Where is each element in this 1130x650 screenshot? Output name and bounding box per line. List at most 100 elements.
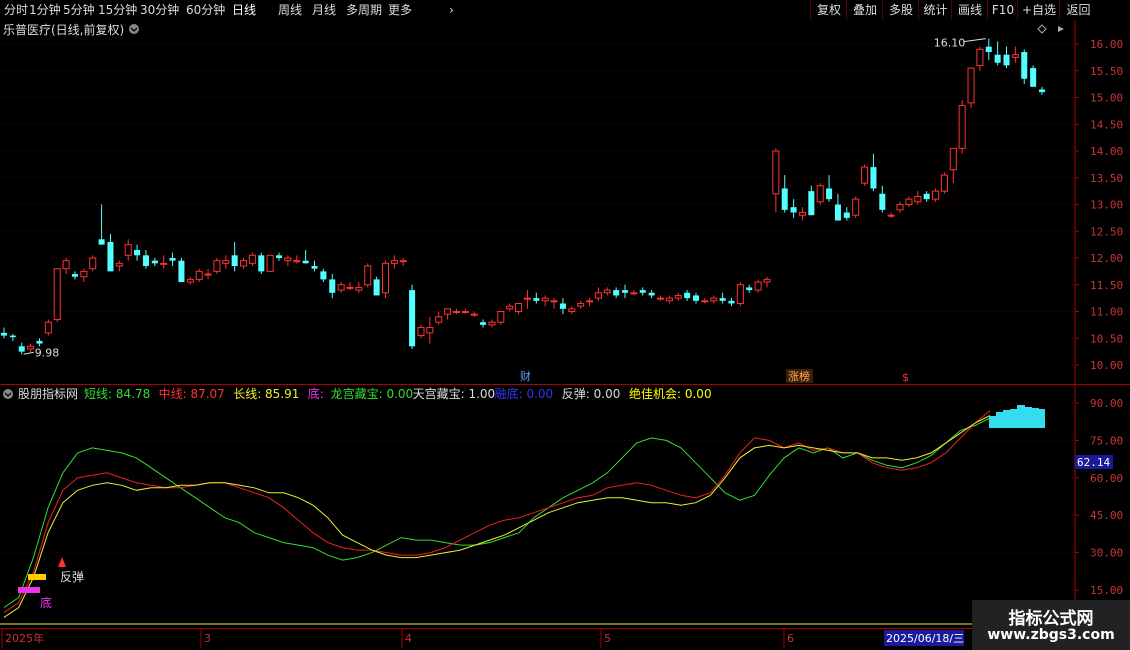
title-dropdown-icon[interactable] [129,24,139,34]
candle-body-up [940,174,948,192]
price-axis-label: 13.50 [1090,172,1123,185]
candle-body-down [373,279,380,296]
candle-body-down [781,188,788,210]
candle-body-down [826,188,833,200]
candle-body-down [719,298,726,301]
candle-body-up [798,212,806,216]
candle-body-up [710,297,718,302]
indicator-signal-bar [1003,410,1011,428]
period-tab-6[interactable]: 日线 [232,1,256,19]
candle-body-up [248,254,256,264]
indicator-signal-bar [1010,409,1018,428]
period-tab-2[interactable]: 5分钟 [63,1,95,19]
candle-body-up [284,257,292,262]
indicator-legend-item: 短线: 84.78 [84,387,150,401]
indicator-signal-bar [1031,408,1039,428]
period-tab-8[interactable]: 月线 [312,1,336,19]
candle-body-up [80,270,88,278]
candle-body-down [320,271,327,280]
low-price-label: 9.98 [35,346,60,359]
indicator-background [0,385,1130,628]
indicator-name: 股朋指标网 [18,386,78,401]
candle-body-up [674,294,682,299]
candle-body-down [1003,54,1010,66]
price-axis-label: 11.00 [1090,306,1123,319]
bottom-annotation: 底 [40,595,52,610]
candle-body-up [541,297,549,302]
candle-body-down [142,255,149,267]
candle-body-down [276,255,283,258]
price-chart-background [0,20,1130,385]
toolbar-button-3[interactable]: 统计 [918,0,952,20]
candle-body-up [346,286,354,289]
candle-body-up [852,198,860,216]
candle-body-down [985,46,992,53]
current-value-label: 62.14 [1077,456,1110,469]
toolbar-button-5[interactable]: F10 [987,0,1018,20]
candle-body-up [630,292,638,295]
indicator-legend-item: 绝佳机会: 0.00 [629,386,712,401]
candle-body-down [169,258,176,261]
price-axis-label: 10.00 [1090,359,1123,372]
candle-body-down [879,193,886,210]
period-tab-5[interactable]: 60分钟 [186,1,225,19]
indicator-legend-item: 长线: 85.91 [233,387,299,401]
indicator-axis-label: 60.00 [1090,472,1123,485]
candle-body-up [754,281,762,291]
rank-event-marker[interactable]: 涨榜 [788,369,810,383]
candle-body-up [27,345,35,350]
candle-body-up [763,278,771,283]
candle-body-down [18,346,25,352]
period-tab-1[interactable]: 1分钟 [29,1,61,19]
indicator-menu-icon[interactable] [3,389,13,399]
candle-body-up [417,327,425,337]
indicator-chart[interactable]: 90.00 75.00 60.00 45.00 30.00 15.00 62.14 股朋指标网… [0,385,1130,628]
period-tab-0[interactable]: 分时 [4,1,28,19]
indicator-legend-item: 中线: 87.07 [159,386,225,401]
toolbar-button-4[interactable]: 画线 [951,0,988,20]
watermark-title: 指标公式网 [1008,609,1094,629]
period-tab-3[interactable]: 15分钟 [98,1,137,19]
candle-body-up [213,260,221,272]
period-tab-7[interactable]: 周线 [278,1,302,19]
candle-body-up [905,198,913,205]
toolbar-button-6[interactable]: +自选 [1017,0,1060,20]
candle-body-up [949,147,957,171]
cursor-date-label: 2025/06/18/三 [886,632,964,645]
signal-block-yellow [28,574,46,580]
candle-body-down [107,241,114,272]
candle-body-up [355,286,363,291]
candle-body-down [834,204,841,221]
period-tab-9[interactable]: 多周期 [346,1,382,19]
toolbar-button-2[interactable]: 多股 [882,0,919,20]
period-tab-10[interactable]: 更多 [388,1,412,19]
time-axis-label: 2025年 [5,631,44,645]
candle-body-down [134,249,141,256]
candle-body-up [497,311,505,323]
candle-body-down [808,191,815,216]
indicator-legend-item: 融底: 0.00 [495,386,554,401]
price-axis-label: 14.00 [1090,145,1123,158]
candle-body-up [364,265,372,286]
more-chevron-icon[interactable]: › [449,1,454,19]
price-axis-label: 15.50 [1090,65,1123,78]
candle-body-up [452,311,460,313]
candle-body-up [958,105,966,149]
candle-body-up [1011,54,1019,58]
toolbar-button-0[interactable]: 复权 [810,0,847,20]
candle-body-down [559,303,566,309]
indicator-legend-item: 反弹: 0.00 [562,387,621,401]
indicator-legend-item: 龙宫藏宝: 0.00 [331,386,414,401]
toolbar-button-7[interactable]: 返回 [1059,0,1097,20]
watermark-url: www.zbgs3.com [987,627,1115,643]
period-tab-4[interactable]: 30分钟 [140,1,179,19]
candle-body-down [311,266,318,269]
price-chart[interactable]: 16.00 15.50 15.00 14.50 14.00 13.50 13.00 12.50… [0,20,1130,385]
dollar-event-marker[interactable]: $ [902,371,909,384]
finance-event-marker[interactable]: 财 [520,369,531,383]
toolbar-button-1[interactable]: 叠加 [846,0,883,20]
price-axis-label: 10.50 [1090,332,1123,345]
candle-body-down [728,300,735,304]
candle-body-down [1030,68,1037,87]
candle-body-up [976,48,984,66]
